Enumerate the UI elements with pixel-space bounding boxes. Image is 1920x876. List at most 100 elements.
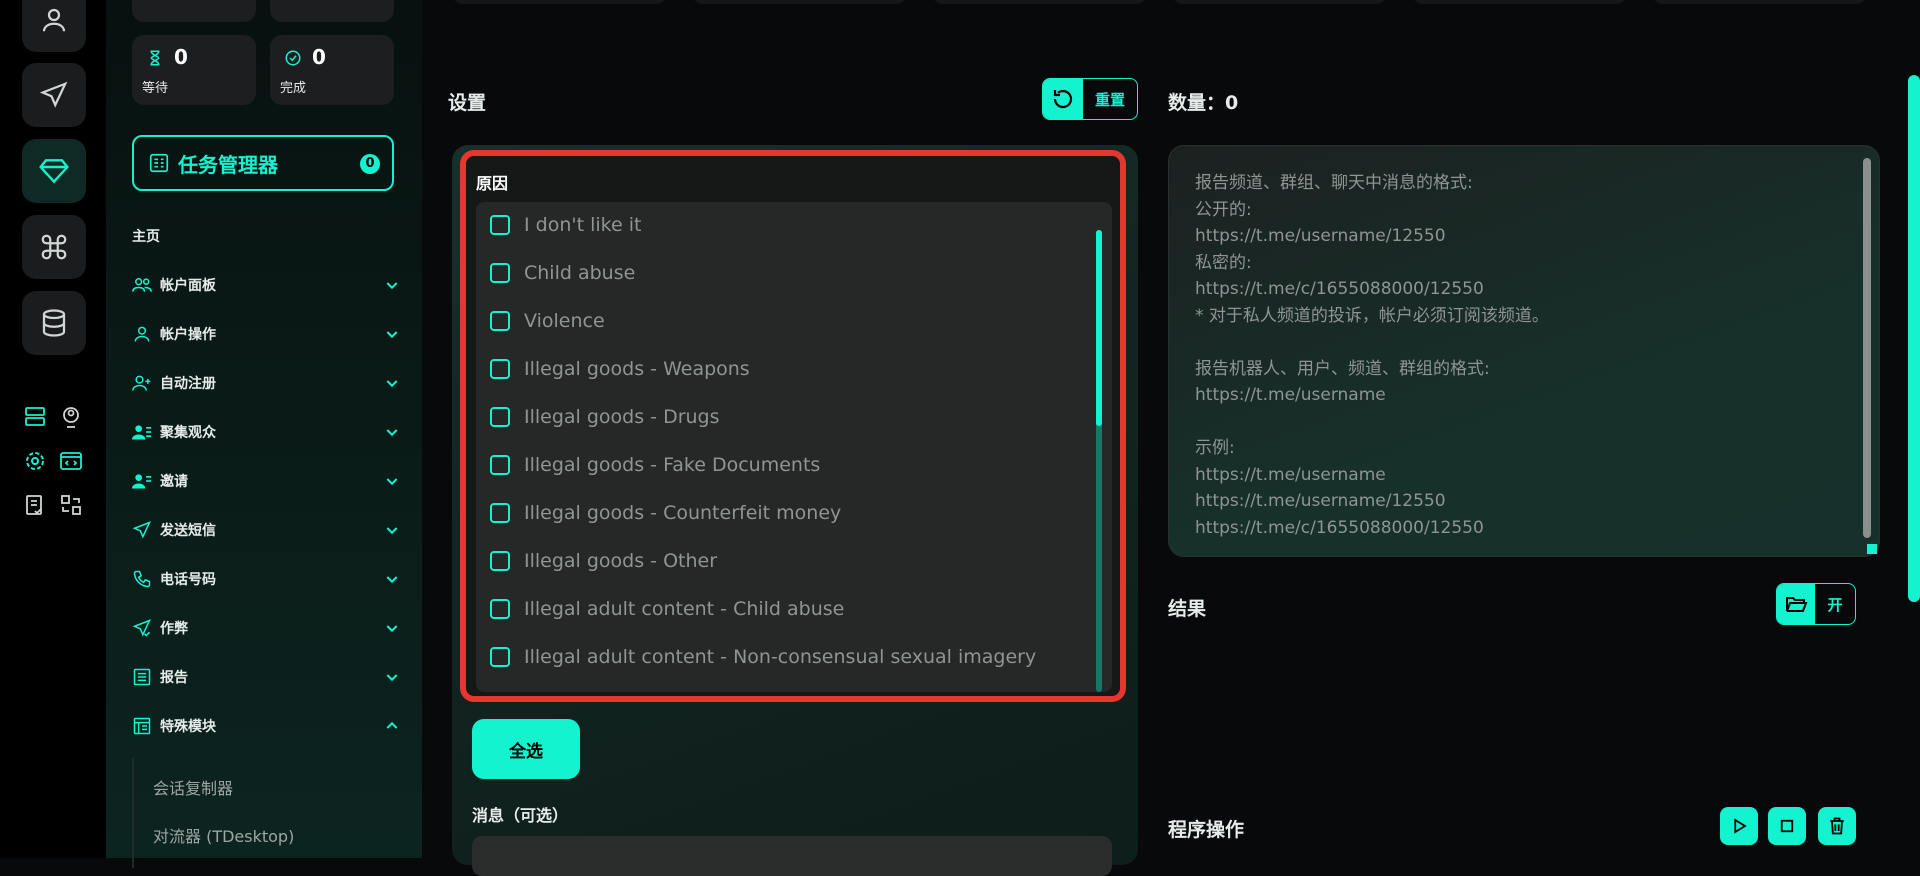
reason-option[interactable]: Illegal adult content - Child abuse — [490, 592, 844, 626]
chevron-down-icon — [386, 429, 398, 437]
checkbox[interactable] — [490, 407, 510, 427]
checkbox[interactable] — [490, 311, 510, 331]
stop-button[interactable] — [1768, 807, 1806, 845]
task-manager-button[interactable]: 任务管理器 0 — [132, 135, 394, 191]
sidebar-item-account-panel[interactable]: 帐户面板 — [132, 270, 400, 300]
sidebar-item-label: 发送短信 — [160, 523, 216, 539]
page-scrollbar[interactable] — [1908, 75, 1920, 602]
chevron-down-icon — [386, 625, 398, 633]
stop-icon — [1780, 819, 1794, 833]
play-icon — [1734, 818, 1747, 834]
trash-icon — [1830, 817, 1844, 835]
chevron-up-icon — [386, 721, 398, 729]
sidebar-item-label: 作弊 — [160, 621, 188, 637]
modules-icon — [133, 717, 151, 735]
reasons-section: 原因 I don't like it Child abuse Violence … — [460, 150, 1126, 702]
links-scrollbar[interactable] — [1863, 158, 1871, 538]
send-check-icon — [132, 619, 151, 637]
profile-pin-icon[interactable] — [57, 403, 85, 431]
sidebar-item-phone-numbers[interactable]: 电话号码 — [132, 564, 400, 594]
delete-button[interactable] — [1818, 807, 1856, 845]
checkbox[interactable] — [490, 359, 510, 379]
reason-label: Illegal goods - Weapons — [524, 358, 750, 380]
reason-option[interactable]: Child abuse — [490, 256, 635, 290]
reset-button[interactable]: 重置 — [1042, 78, 1138, 120]
reasons-list[interactable]: I don't like it Child abuse Violence Ill… — [476, 202, 1112, 692]
rail-command-button[interactable] — [22, 215, 86, 279]
checkbox[interactable] — [490, 503, 510, 523]
rail-database-button[interactable] — [22, 291, 86, 355]
reason-label: Illegal goods - Counterfeit money — [524, 502, 842, 524]
checkbox[interactable] — [490, 455, 510, 475]
folder-open-icon — [1786, 597, 1808, 612]
reason-option[interactable]: Illegal goods - Counterfeit money — [490, 496, 841, 530]
message-input[interactable] — [472, 836, 1112, 876]
reasons-scroll-thumb[interactable] — [1096, 230, 1102, 426]
rail-send-button[interactable] — [22, 63, 86, 127]
checkbox[interactable] — [490, 599, 510, 619]
sidebar-item-auto-register[interactable]: 自动注册 — [132, 368, 400, 398]
checkbox[interactable] — [490, 215, 510, 235]
refresh-icon — [1053, 89, 1073, 109]
checkbox[interactable] — [490, 647, 510, 667]
check-circle-icon — [285, 50, 301, 66]
sidebar-item-cheat[interactable]: 作弊 — [132, 613, 400, 643]
task-manager-label: 任务管理器 — [178, 152, 278, 177]
sidebar-item-special-modules[interactable]: 特殊模块 — [132, 711, 400, 741]
count-label: 数量：0 — [1168, 92, 1239, 114]
select-all-button[interactable]: 全选 — [472, 719, 580, 779]
settings-icon[interactable] — [21, 447, 49, 475]
top-card — [1412, 0, 1627, 4]
phone-icon — [133, 570, 151, 588]
reason-option[interactable]: Violence — [490, 304, 605, 338]
main-content: 设置 重置 原因 I don't like it Child abuse Vio… — [422, 0, 1920, 876]
home-link[interactable]: 主页 — [132, 226, 160, 246]
results-title: 结果 — [1168, 598, 1207, 620]
links-textarea[interactable]: 报告频道、群组、聊天中消息的格式: 公开的: https://t.me/user… — [1168, 145, 1880, 557]
send-icon — [132, 521, 151, 539]
server-icon[interactable] — [21, 403, 49, 431]
reset-label: 重置 — [1094, 90, 1125, 109]
settings-title: 设置 — [448, 92, 487, 114]
command-icon — [41, 234, 67, 260]
reason-option[interactable]: Illegal goods - Drugs — [490, 400, 720, 434]
stat-tasks: 任务 — [132, 0, 256, 22]
user-list-icon — [132, 425, 152, 440]
chevron-down-icon — [386, 576, 398, 584]
sidebar-item-report[interactable]: 报告 — [132, 662, 400, 692]
reason-option[interactable]: I don't like it — [490, 208, 641, 242]
reason-option[interactable]: Illegal goods - Weapons — [490, 352, 750, 386]
reason-option[interactable]: Illegal adult content - Non-consensual s… — [490, 640, 1036, 674]
resize-handle[interactable] — [1867, 544, 1877, 554]
submenu-session-copier[interactable]: 会话复制器 — [153, 775, 233, 799]
sidebar-item-invite[interactable]: 邀请 — [132, 466, 400, 496]
checkbox[interactable] — [490, 263, 510, 283]
sidebar-item-label: 聚集观众 — [160, 425, 216, 441]
hourglass-icon — [150, 50, 160, 66]
sidebar-item-gather-audience[interactable]: 聚集观众 — [132, 417, 400, 447]
program-title: 程序操作 — [1168, 819, 1245, 841]
code-window-icon[interactable] — [57, 447, 85, 475]
checkbox[interactable] — [490, 551, 510, 571]
play-button[interactable] — [1720, 807, 1758, 845]
chevron-down-icon — [386, 282, 398, 290]
stat-waiting: 0 等待 — [132, 35, 256, 105]
sidebar-item-account-ops[interactable]: 帐户操作 — [132, 319, 400, 349]
reason-option-partial[interactable] — [490, 688, 524, 692]
links-placeholder: 报告频道、群组、聊天中消息的格式: 公开的: https://t.me/user… — [1195, 173, 1549, 538]
reason-option[interactable]: Illegal goods - Fake Documents — [490, 448, 820, 482]
rail-diamond-button[interactable] — [22, 139, 86, 203]
diamond-icon — [39, 159, 69, 184]
checklist-icon[interactable] — [21, 491, 49, 519]
open-button[interactable]: 开 — [1776, 583, 1856, 625]
open-label: 开 — [1827, 595, 1843, 614]
reason-option[interactable]: Illegal goods - Other — [490, 544, 717, 578]
submenu-converter[interactable]: 对流器 (TDesktop) — [153, 823, 294, 847]
sidebar-item-label: 帐户面板 — [160, 278, 216, 294]
swap-icon[interactable] — [57, 491, 85, 519]
chevron-down-icon — [386, 331, 398, 339]
sidebar-item-send-sms[interactable]: 发送短信 — [132, 515, 400, 545]
stat-done: 0 完成 — [270, 35, 394, 105]
sidebar-item-label: 邀请 — [160, 474, 188, 490]
rail-user-button[interactable] — [22, 0, 86, 52]
